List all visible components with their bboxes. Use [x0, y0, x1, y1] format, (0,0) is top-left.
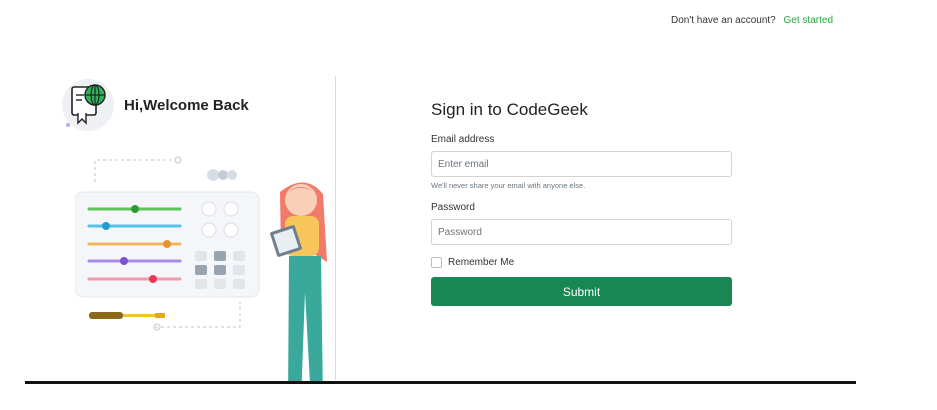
password-label: Password [431, 202, 475, 213]
vertical-divider [335, 76, 336, 380]
key-tile [195, 251, 207, 261]
key-tile [233, 265, 245, 275]
remember-me-checkbox[interactable] [431, 257, 442, 268]
brand-logo [62, 79, 114, 131]
email-help-text: We'll never share your email with anyone… [431, 181, 586, 190]
key-tile [195, 279, 207, 289]
form-title: Sign in to CodeGeek [431, 100, 588, 119]
gear-icon [227, 170, 237, 180]
remember-me-row: Remember Me [431, 257, 733, 268]
signin-form: Sign in to CodeGeek Email address We'll … [431, 100, 733, 306]
top-bar: Don't have an account? Get started [671, 15, 833, 26]
key-tile [195, 265, 207, 275]
dial-icon [201, 222, 217, 238]
slider-knob-purple [120, 257, 128, 265]
get-started-link[interactable]: Get started [784, 15, 833, 26]
no-account-text: Don't have an account? [670, 15, 776, 26]
brand-title: Hi,Welcome Back [124, 96, 249, 114]
key-tile [214, 265, 226, 275]
brand: Hi,Welcome Back [62, 79, 249, 131]
submit-button[interactable]: Submit [431, 277, 732, 306]
gear-icon [207, 169, 219, 181]
dial-icon [223, 222, 239, 238]
connector-node-top [174, 156, 182, 164]
bottom-rule [25, 381, 856, 384]
slider-knob-green [131, 205, 139, 213]
dial-icon [201, 201, 217, 217]
key-tile [214, 279, 226, 289]
screwdriver-shaft [123, 314, 155, 317]
key-tile [233, 251, 245, 261]
email-field[interactable] [431, 151, 732, 177]
left-panel: Hi,Welcome Back [25, 76, 336, 382]
globe-certificate-logo-icon [66, 84, 106, 127]
password-field[interactable] [431, 219, 732, 245]
illustration [75, 156, 327, 382]
email-label: Email address [431, 134, 495, 145]
screwdriver-tip [155, 313, 165, 318]
key-tile [233, 279, 245, 289]
slider-knob-orange [163, 240, 171, 248]
gear-icon [218, 170, 228, 180]
dashed-connector-bottom [155, 302, 241, 328]
slider-knob-pink [149, 275, 157, 283]
key-tile [214, 251, 226, 261]
dashed-connector-top [94, 159, 175, 182]
woman-with-clipboard-illustration [270, 182, 327, 382]
remember-me-label: Remember Me [448, 257, 515, 268]
slider-knob-blue [102, 222, 110, 230]
dial-icon [223, 201, 239, 217]
screwdriver-handle [89, 312, 123, 319]
